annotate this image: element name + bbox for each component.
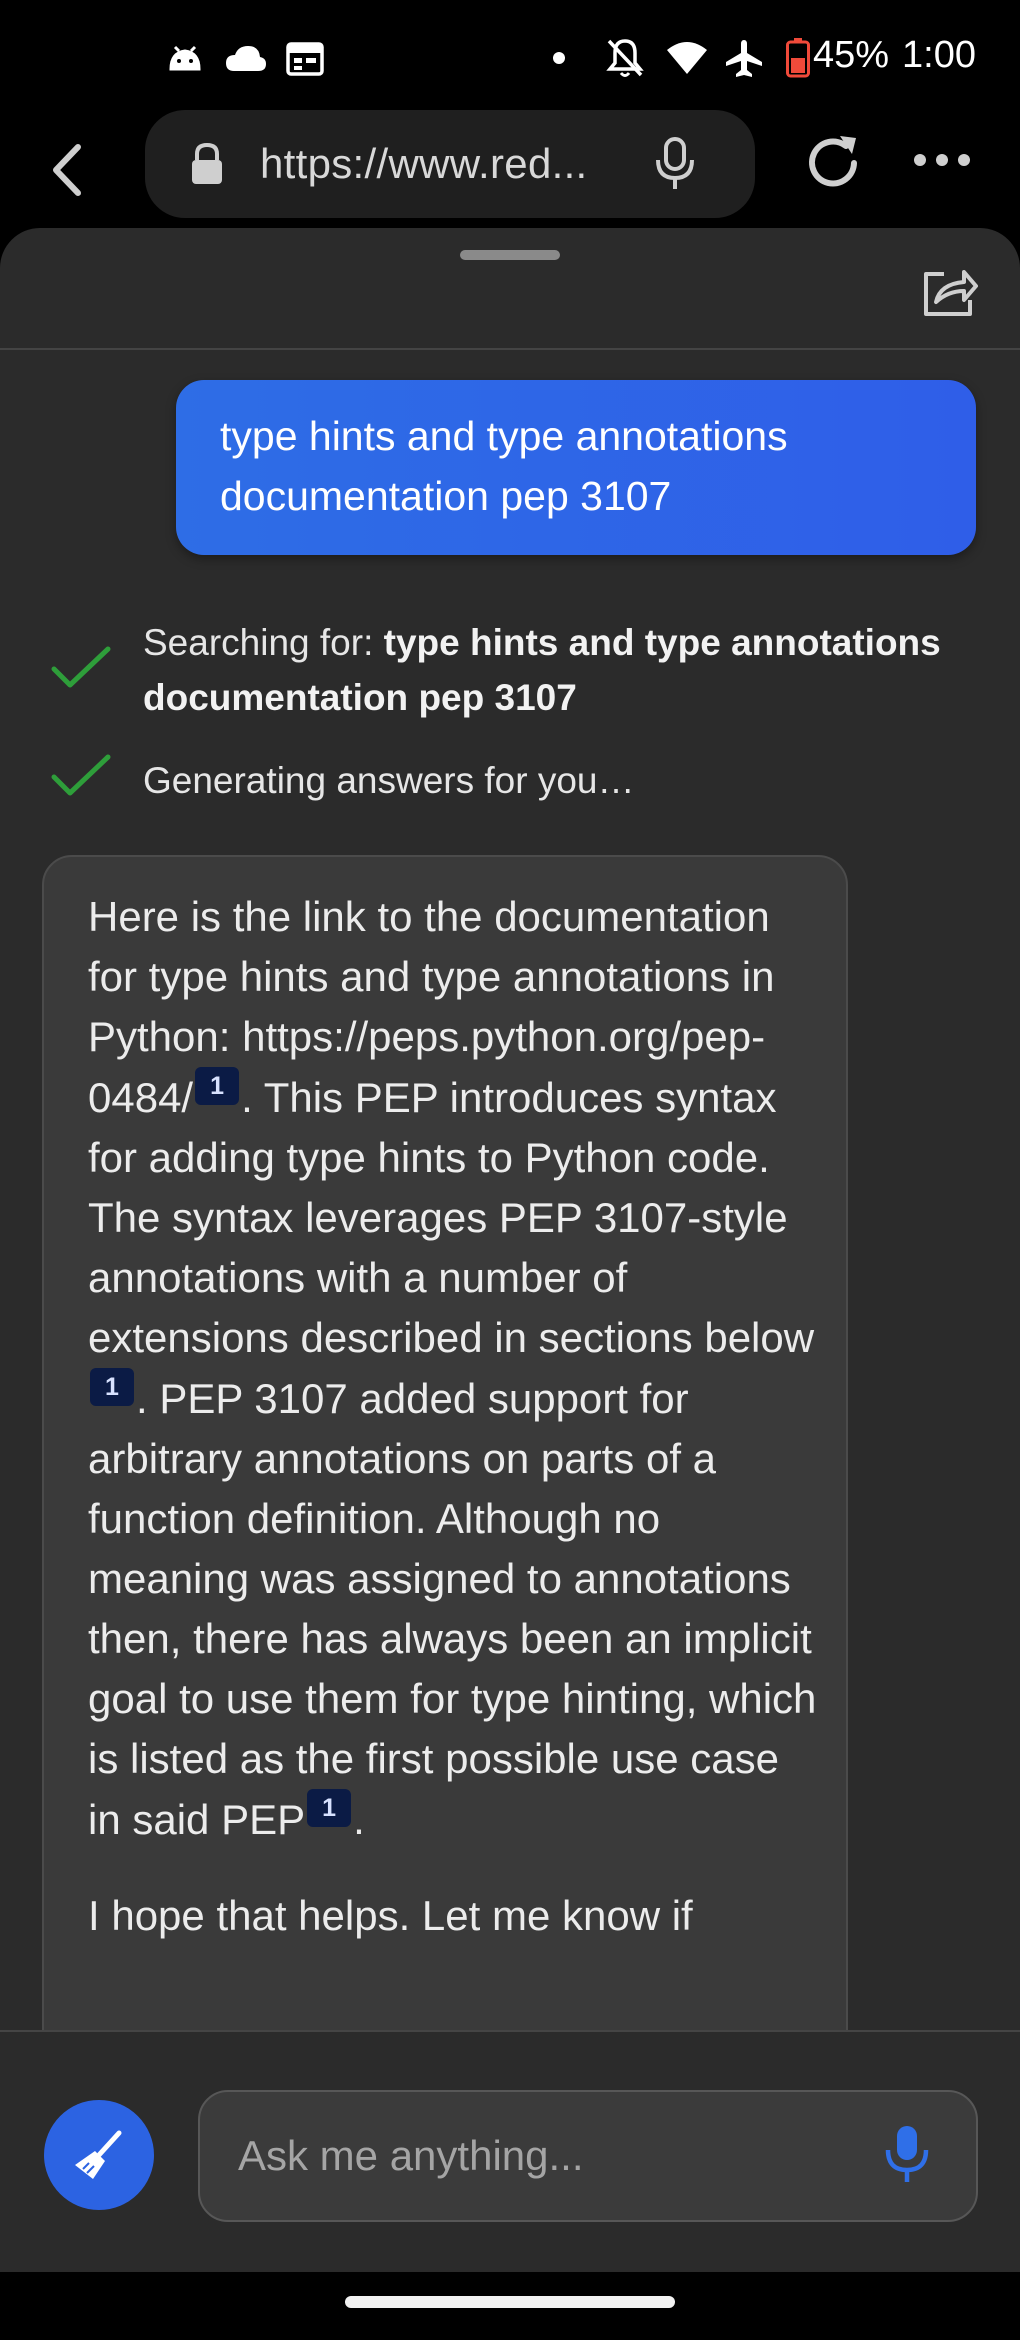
status-bar: 45% 1:00 bbox=[0, 0, 1020, 110]
airplane-icon bbox=[724, 36, 764, 80]
answer-paragraph: Here is the link to the documentation fo… bbox=[88, 887, 818, 1850]
android-icon bbox=[165, 36, 205, 80]
answer-text: . This PEP introduces syntax for adding … bbox=[88, 1074, 815, 1361]
lock-icon bbox=[187, 142, 227, 191]
cloud-icon bbox=[224, 36, 268, 80]
microphone-icon bbox=[885, 2126, 929, 2182]
check-icon bbox=[50, 643, 112, 696]
reload-button[interactable] bbox=[800, 130, 866, 201]
dot-icon bbox=[552, 36, 566, 80]
check-icon bbox=[50, 751, 112, 804]
answer-followup: I hope that helps. Let me know if bbox=[88, 1892, 693, 1939]
chevron-left-icon bbox=[53, 144, 81, 196]
new-topic-button[interactable] bbox=[44, 2100, 154, 2210]
chat-conversation[interactable]: type hints and type annotations document… bbox=[0, 350, 1020, 2030]
share-button[interactable] bbox=[920, 264, 980, 323]
chat-sheet: type hints and type annotations document… bbox=[0, 228, 1020, 2278]
reload-icon bbox=[809, 136, 857, 187]
more-horizontal-icon bbox=[914, 154, 970, 166]
answer-text: . PEP 3107 added support for arbitrary a… bbox=[88, 1375, 817, 1843]
microphone-icon[interactable] bbox=[653, 136, 697, 197]
calendar-icon bbox=[285, 36, 325, 80]
search-step-text: Searching for: type hints and type annot… bbox=[143, 615, 963, 725]
battery-icon bbox=[786, 36, 810, 80]
system-nav-bar bbox=[0, 2272, 1020, 2340]
mute-icon bbox=[605, 36, 645, 80]
home-gesture-pill[interactable] bbox=[345, 2296, 675, 2308]
address-bar[interactable]: https://www.red... bbox=[145, 110, 755, 218]
more-options-button[interactable] bbox=[910, 150, 974, 175]
drag-handle[interactable] bbox=[460, 250, 560, 260]
browser-toolbar: https://www.red... bbox=[0, 110, 1020, 230]
chat-input-bar bbox=[0, 2032, 1020, 2272]
user-message-bubble: type hints and type annotations document… bbox=[176, 380, 976, 555]
url-text[interactable]: https://www.red... bbox=[260, 140, 588, 188]
user-message-text: type hints and type annotations document… bbox=[220, 413, 788, 519]
search-step-prefix: Searching for: bbox=[143, 622, 384, 663]
wifi-icon bbox=[665, 36, 709, 80]
assistant-answer-bubble: Here is the link to the documentation fo… bbox=[42, 855, 848, 2030]
answer-text: . bbox=[353, 1796, 365, 1843]
answer-body: Here is the link to the documentation fo… bbox=[88, 887, 818, 1982]
clock: 1:00 bbox=[902, 34, 976, 76]
citation-badge[interactable]: 1 bbox=[195, 1067, 240, 1105]
share-icon bbox=[924, 270, 978, 316]
generating-step-text: Generating answers for you… bbox=[143, 760, 635, 801]
broom-icon bbox=[75, 2130, 122, 2179]
ask-field[interactable] bbox=[198, 2090, 978, 2222]
voice-input-button[interactable] bbox=[882, 2122, 932, 2191]
citation-badge[interactable]: 1 bbox=[307, 1789, 352, 1827]
citation-badge[interactable]: 1 bbox=[90, 1368, 134, 1406]
battery-percent: 45% bbox=[813, 34, 890, 76]
ask-input[interactable] bbox=[236, 2120, 880, 2192]
back-button[interactable] bbox=[40, 135, 100, 205]
